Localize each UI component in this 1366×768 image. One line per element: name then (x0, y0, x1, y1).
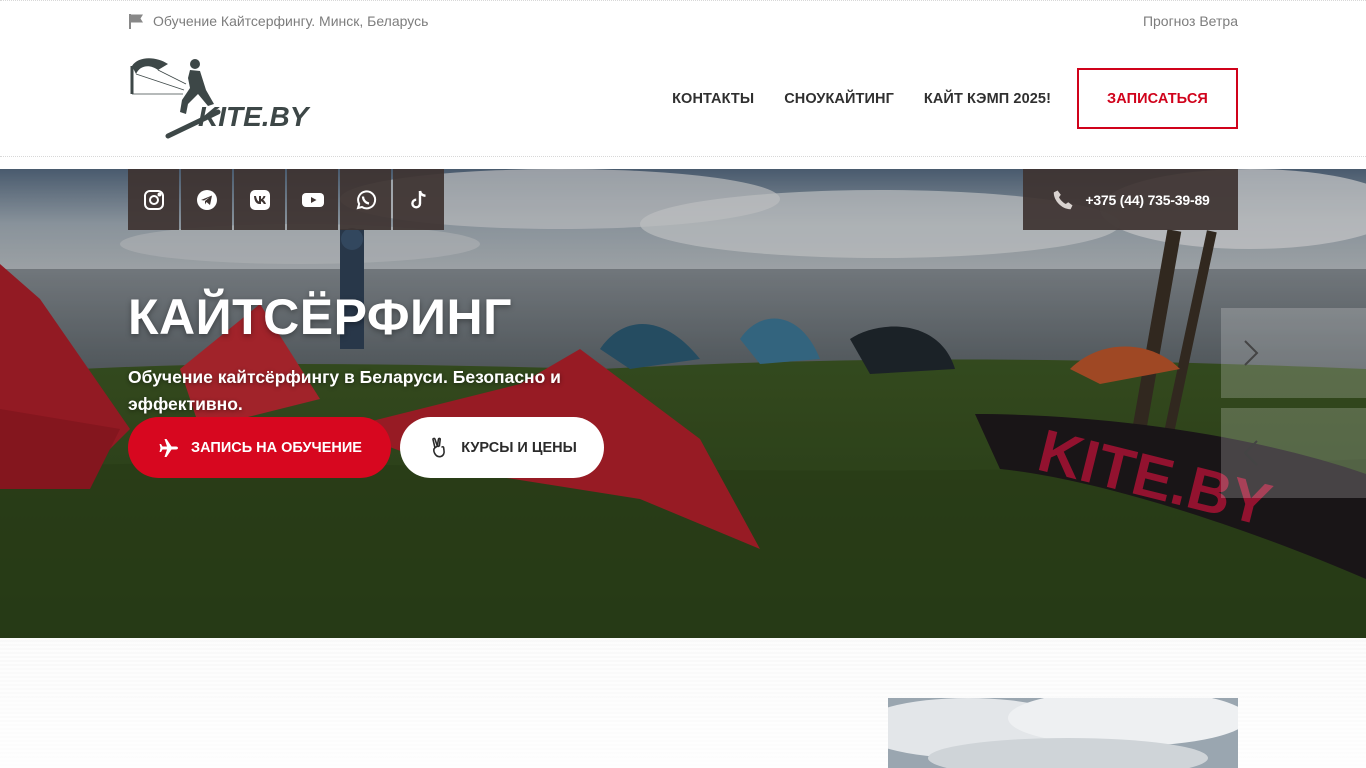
courses-prices-label: КУРСЫ И ЦЕНЫ (461, 439, 577, 456)
phone-icon (1054, 190, 1073, 209)
enroll-button[interactable]: ЗАПИСЬ НА ОБУЧЕНИЕ (128, 417, 391, 478)
site-header: KITE.BY КОНТАКТЫ СНОУКАЙТИНГ КАЙТ КЭМП 2… (0, 42, 1366, 157)
telegram-icon (196, 189, 217, 210)
airplane-icon (159, 438, 179, 457)
instagram-link[interactable] (128, 169, 179, 230)
whatsapp-link[interactable] (340, 169, 391, 230)
phone-number: +375 (44) 735-39-89 (1085, 191, 1210, 208)
tiktok-link[interactable] (393, 169, 444, 230)
slider-prev-arrow[interactable] (1221, 308, 1366, 398)
peace-hand-icon (432, 437, 446, 457)
slider-next-arrow[interactable] (1221, 408, 1366, 498)
phone-link[interactable]: +375 (44) 735-39-89 (1023, 169, 1238, 230)
flag-icon (129, 14, 143, 29)
top-bar: Обучение Кайтсерфингу. Минск, Беларусь П… (0, 0, 1366, 42)
location-text: Обучение Кайтсерфингу. Минск, Беларусь (153, 13, 429, 29)
preview-photo (888, 698, 1238, 768)
youtube-link[interactable] (287, 169, 338, 230)
site-logo[interactable]: KITE.BY (128, 54, 333, 140)
chevron-right-icon (1244, 340, 1259, 366)
nav-kite-camp[interactable]: КАЙТ КЭМП 2025! (924, 91, 1051, 107)
logo-text: KITE.BY (198, 101, 311, 132)
instagram-icon (143, 189, 164, 210)
wind-forecast-link[interactable]: Прогноз Ветра (1143, 13, 1238, 29)
nav-contacts[interactable]: КОНТАКТЫ (672, 91, 754, 107)
courses-prices-button[interactable]: КУРСЫ И ЦЕНЫ (400, 417, 604, 478)
content-section (0, 638, 1366, 768)
signup-button[interactable]: ЗАПИСАТЬСЯ (1077, 68, 1238, 129)
main-nav: КОНТАКТЫ СНОУКАЙТИНГ КАЙТ КЭМП 2025! ЗАП… (642, 68, 1238, 129)
social-links (128, 169, 444, 230)
whatsapp-icon (356, 189, 376, 209)
youtube-icon (301, 192, 324, 207)
location-info: Обучение Кайтсерфингу. Минск, Беларусь (128, 13, 428, 29)
chevron-left-icon (1243, 440, 1258, 466)
telegram-link[interactable] (181, 169, 232, 230)
hero-title: КАЙТСЁРФИНГ (128, 289, 512, 345)
tiktok-icon (410, 190, 426, 208)
vk-link[interactable] (234, 169, 285, 230)
nav-snowkiting[interactable]: СНОУКАЙТИНГ (784, 91, 894, 107)
enroll-button-label: ЗАПИСЬ НА ОБУЧЕНИЕ (191, 439, 362, 456)
hero-subtitle: Обучение кайтсёрфингу в Беларуси. Безопа… (128, 367, 561, 414)
hero-section: KITE.BY +375 (44) 735-39-89 КАЙТСЁРФИНГ … (0, 169, 1366, 638)
vk-icon (249, 189, 270, 210)
